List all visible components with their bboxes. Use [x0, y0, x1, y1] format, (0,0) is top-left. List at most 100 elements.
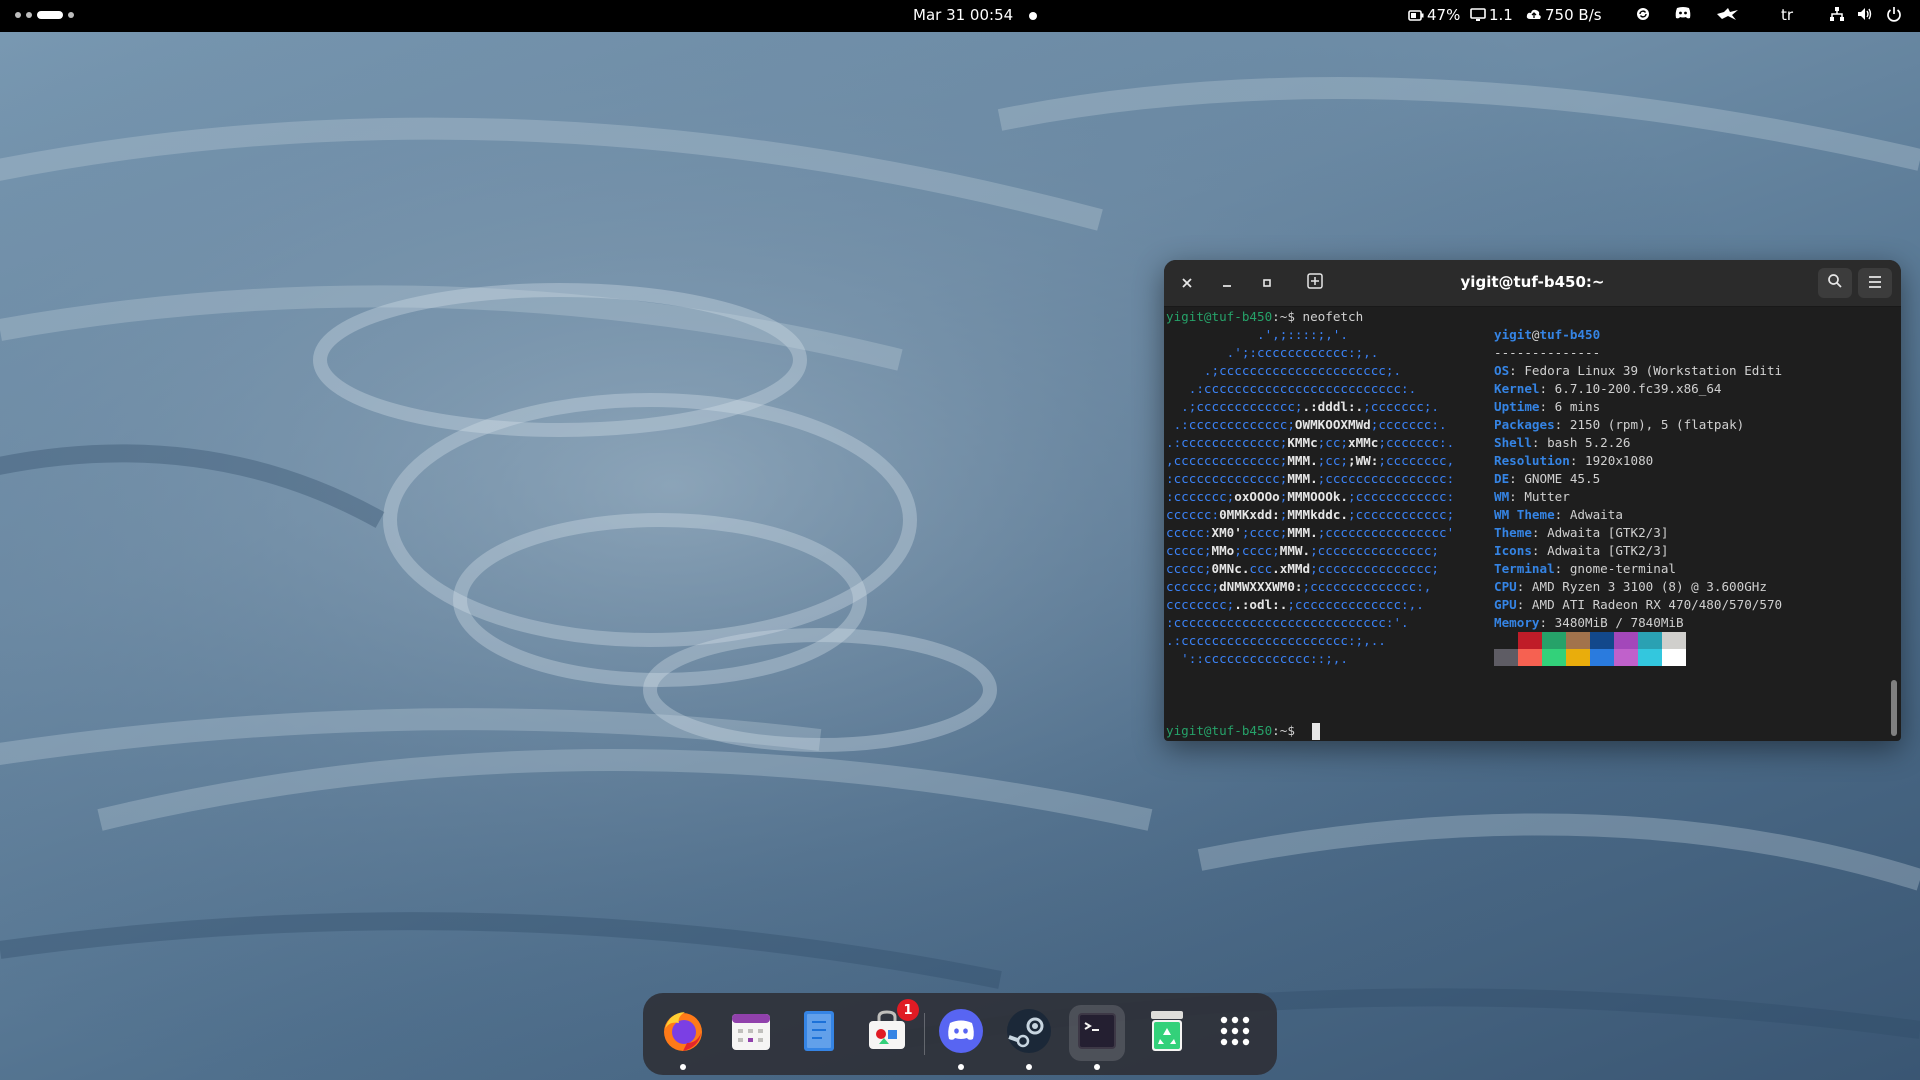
dock-item-calendar[interactable] [723, 1005, 779, 1061]
logo-line: .:ccccccccccccc;KMMc;cc;xMMc;ccccccc:. [1166, 435, 1455, 450]
info-line: DE: GNOME 45.5 [1494, 471, 1601, 486]
palette-row-normal [1494, 632, 1686, 649]
dock-separator [924, 1013, 925, 1055]
text-cursor [1312, 723, 1320, 740]
terminal-output[interactable]: yigit@tuf-b450:~$ neofetch .',;::::;,'. … [1166, 308, 1886, 740]
prompt-line[interactable]: yigit@tuf-b450:~$ [1166, 722, 1303, 740]
workspace-dot[interactable] [26, 12, 32, 18]
palette-swatch [1518, 649, 1542, 666]
volume-indicator[interactable] [1857, 6, 1873, 22]
dock-item-firefox[interactable] [655, 1005, 711, 1070]
network-speed-indicator[interactable]: 750 B/s [1526, 6, 1602, 24]
firefox-icon [659, 1007, 707, 1059]
info-value: 6 mins [1554, 399, 1601, 414]
info-key: GPU [1494, 597, 1517, 612]
neofetch-header: yigit@tuf-b450 [1494, 327, 1601, 342]
info-line: WM Theme: Adwaita [1494, 507, 1623, 522]
battery-percent: 47% [1427, 6, 1461, 24]
info-line: Icons: Adwaita [GTK2/3] [1494, 543, 1669, 558]
palette-swatch [1614, 649, 1638, 666]
logo-line: .:cccccccccccccccccccccccccc:. [1166, 381, 1417, 396]
workspace-dot-active[interactable] [37, 11, 63, 19]
workspace-dot[interactable] [15, 12, 21, 18]
logo-line: ccccc;0MNc.ccc.xMMd;ccccccccccccccc; [1166, 561, 1439, 576]
logo-line: cccccccc;.:odl:.;cccccccccccccc:,. [1166, 597, 1424, 612]
info-line: CPU: AMD Ryzen 3 3100 (8) @ 3.600GHz [1494, 579, 1767, 594]
prompt: yigit@tuf-b450 [1166, 309, 1273, 324]
dragon-icon [1716, 6, 1740, 22]
palette-swatch [1662, 632, 1686, 649]
info-key: WM [1494, 489, 1510, 504]
logo-line: :ccccccc;oxOOOo;MMMOOOk.;cccccccccccc: [1166, 489, 1455, 504]
running-indicator [958, 1064, 964, 1070]
info-key: Shell [1494, 435, 1532, 450]
keyboard-layout[interactable]: tr [1781, 6, 1793, 24]
running-indicator [680, 1064, 686, 1070]
command-text: neofetch [1294, 309, 1364, 324]
info-line: Kernel: 6.7.10-200.fc39.x86_64 [1494, 381, 1722, 396]
logo-line: cccccc:0MMKxdd:;MMMkddc.;cccccccccccc; [1166, 507, 1455, 522]
logo-line: .';:cccccccccccc:;,. [1166, 345, 1379, 360]
prompt-suffix: :~$ [1272, 723, 1295, 738]
app-tray[interactable] [1716, 6, 1740, 22]
logo-line: :cccccccccccccc;MMM.;cccccccccccccccc: [1166, 471, 1455, 486]
info-value: AMD Ryzen 3 3100 (8) @ 3.600GHz [1531, 579, 1767, 594]
keyboard-layout-label: tr [1781, 6, 1794, 24]
running-indicator [1026, 1064, 1032, 1070]
info-value: Adwaita [1569, 507, 1623, 522]
terminal-window[interactable]: yigit@tuf-b450:~ yigit@tuf-b450:~$ neofe… [1164, 260, 1901, 741]
terminal-titlebar[interactable]: yigit@tuf-b450:~ [1164, 260, 1901, 307]
dock-item-software[interactable]: 1 [859, 999, 919, 1061]
clock[interactable]: Mar 31 00:54 [913, 6, 1013, 24]
logo-line: ccccc;MMo;cccc;MMW.;ccccccccccccccc; [1166, 543, 1439, 558]
discord-icon [937, 1007, 985, 1059]
info-line: GPU: AMD ATI Radeon RX 470/480/570/570 [1494, 597, 1783, 612]
volume-icon [1857, 6, 1873, 22]
wired-network-icon [1829, 6, 1845, 22]
info-line: Packages: 2150 (rpm), 5 (flatpak) [1494, 417, 1745, 432]
notification-badge: 1 [897, 999, 919, 1021]
info-value: 1920x1080 [1585, 453, 1654, 468]
palette-swatch [1542, 632, 1566, 649]
info-value: Fedora Linux 39 (Workstation Editi [1524, 363, 1783, 378]
hamburger-menu-icon [1867, 274, 1883, 293]
battery-indicator[interactable]: 47% [1408, 6, 1460, 24]
display-value: 1.1 [1489, 6, 1513, 24]
workspace-indicator[interactable] [15, 11, 74, 19]
dock-item-text-editor[interactable] [791, 1005, 847, 1061]
dock-item-terminal[interactable] [1069, 1005, 1125, 1070]
display-indicator[interactable]: 1.1 [1470, 6, 1513, 24]
workspace-dot[interactable] [68, 12, 74, 18]
logo-line: .:cccccccccccccccccccccc:;,.. [1166, 633, 1386, 648]
menu-button[interactable] [1858, 268, 1892, 298]
info-key: Icons [1494, 543, 1532, 558]
notification-dot [1029, 12, 1037, 20]
logo-line: .:ccccccccccccc;OWMKOOXMWd;ccccccc:. [1166, 417, 1447, 432]
logo-line: .;cccccccccccccccccccccc;. [1166, 363, 1402, 378]
info-value: 6.7.10-200.fc39.x86_64 [1554, 381, 1722, 396]
power-menu[interactable] [1886, 6, 1902, 22]
logo-line: ,cccccccccccccc;MMM.;cc;;WW:;cccccccc, [1166, 453, 1455, 468]
info-line: Terminal: gnome-terminal [1494, 561, 1676, 576]
info-line: Theme: Adwaita [GTK2/3] [1494, 525, 1669, 540]
discord-tray[interactable] [1674, 6, 1692, 20]
terminal-icon [1075, 1009, 1119, 1057]
trash-icon [1145, 1008, 1189, 1058]
dock-item-discord[interactable] [933, 1005, 989, 1070]
palette-swatch [1638, 632, 1662, 649]
scrollbar[interactable] [1891, 680, 1897, 736]
palette-swatch [1638, 649, 1662, 666]
info-line: Resolution: 1920x1080 [1494, 453, 1654, 468]
info-key: Packages [1494, 417, 1555, 432]
discord-icon [1674, 6, 1692, 20]
show-applications-button[interactable] [1207, 1005, 1263, 1061]
palette-swatch [1494, 632, 1518, 649]
top-bar: Mar 31 00:54 47% 1.1 750 B/s tr [0, 0, 1920, 32]
network-indicator[interactable] [1829, 6, 1845, 22]
search-button[interactable] [1818, 268, 1852, 298]
info-key: WM Theme [1494, 507, 1555, 522]
dock-item-trash[interactable] [1139, 1005, 1195, 1061]
info-key: Kernel [1494, 381, 1540, 396]
dock-item-steam[interactable] [1001, 1005, 1057, 1070]
sync-tray[interactable] [1635, 6, 1651, 22]
